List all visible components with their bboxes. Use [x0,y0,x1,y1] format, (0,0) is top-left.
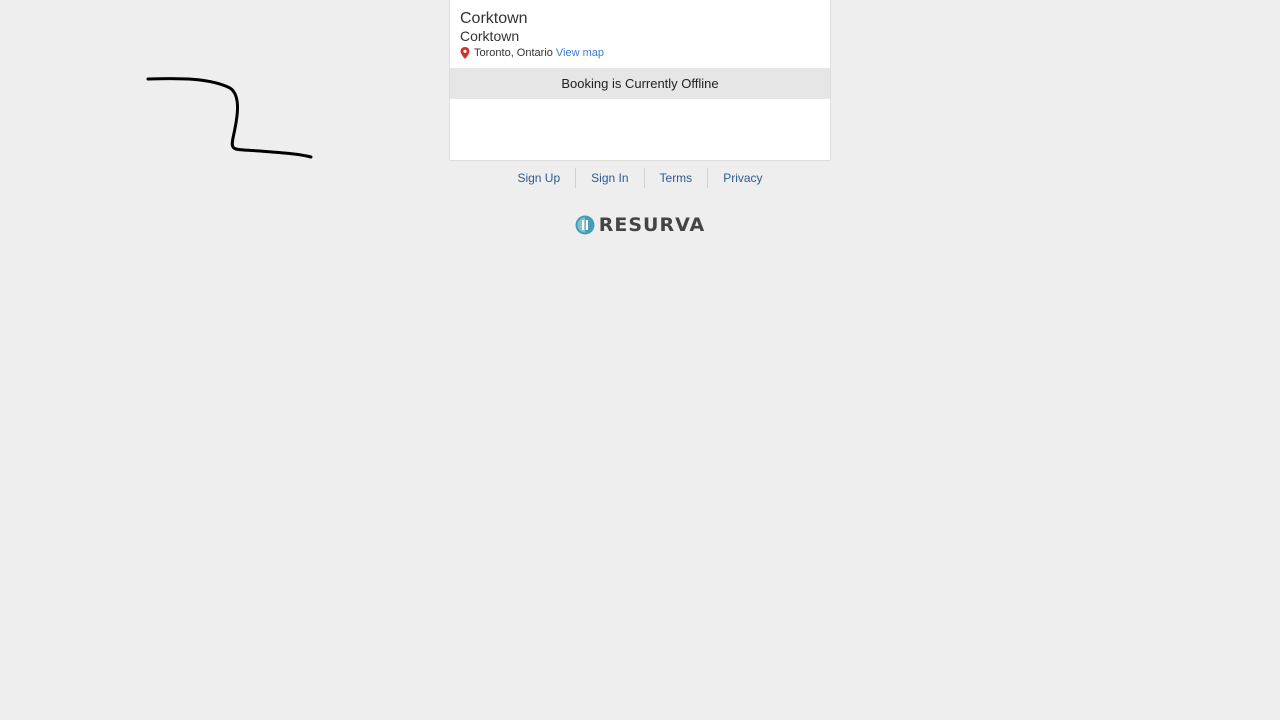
logo-text: RESURVA [598,214,706,236]
map-pin-icon [460,47,470,59]
privacy-link[interactable]: Privacy [708,168,777,188]
location-line: Toronto, Ontario View map [460,45,820,61]
city-text: Toronto, Ontario [474,47,553,59]
booking-status-text: Booking is Currently Offline [561,76,719,91]
location-name: Corktown [460,28,520,44]
footer-nav: Sign Up Sign In Terms Privacy [0,168,1280,188]
booking-status-banner: Booking is Currently Offline [450,68,830,99]
resurva-logo[interactable]: RESURVA [0,214,1280,236]
sign-up-link[interactable]: Sign Up [502,168,575,188]
view-map-link[interactable]: View map [556,45,604,61]
business-header: Corktown Corktown Toronto, Ontario View … [450,0,830,59]
business-name: Corktown [460,10,528,27]
business-card: Corktown Corktown Toronto, Ontario View … [449,0,831,161]
terms-link[interactable]: Terms [645,168,708,188]
sign-in-link[interactable]: Sign In [576,168,643,188]
resurva-logo-icon [575,215,595,235]
